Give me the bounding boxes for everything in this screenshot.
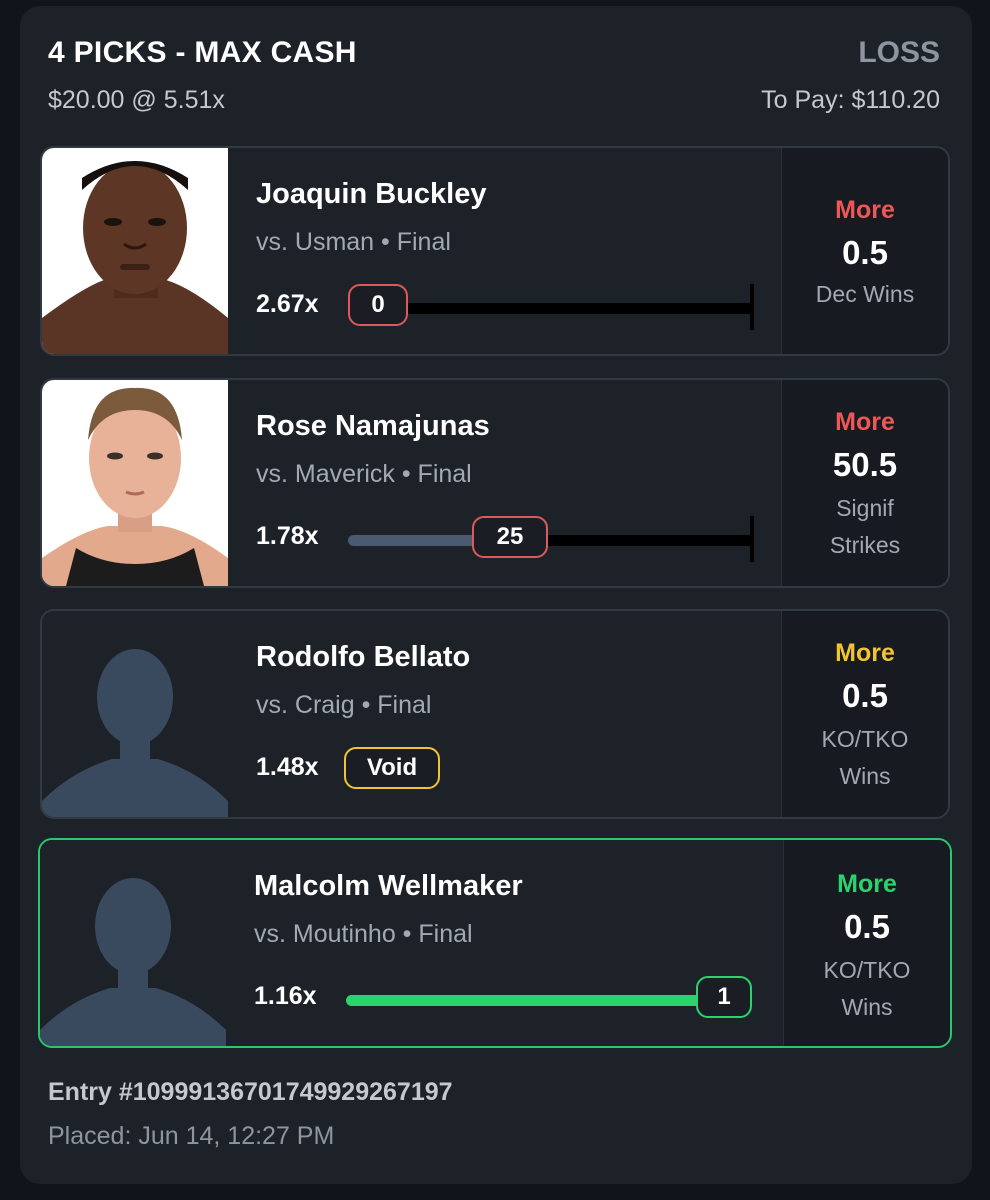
- pick-card-bellato[interactable]: Rodolfo Bellato vs. Craig • Final 1.48x …: [40, 609, 950, 819]
- player-photo: [42, 380, 228, 586]
- player-name: Joaquin Buckley: [256, 178, 487, 210]
- entry-status-badge: LOSS: [858, 36, 940, 69]
- result-pill: 1: [696, 976, 752, 1018]
- entry-title: 4 PICKS - MAX CASH: [48, 36, 357, 69]
- direction-label: More: [835, 196, 895, 224]
- player-photo-placeholder: [40, 840, 226, 1046]
- matchup-text: vs. Craig • Final: [256, 691, 432, 719]
- matchup-text: vs. Moutinho • Final: [254, 920, 473, 948]
- pick-card-buckley[interactable]: Joaquin Buckley vs. Usman • Final 2.67x …: [40, 146, 950, 356]
- progress-endcap: [750, 284, 754, 330]
- direction-label: More: [835, 639, 895, 667]
- result-pill: 25: [472, 516, 548, 558]
- progress-track: [352, 303, 752, 314]
- direction-label: More: [835, 408, 895, 436]
- player-photo: [42, 148, 228, 354]
- multiplier: 1.16x: [254, 982, 317, 1010]
- void-badge: Void: [344, 747, 440, 789]
- direction-label: More: [837, 870, 897, 898]
- player-name: Rodolfo Bellato: [256, 641, 471, 673]
- to-pay-text: To Pay: $110.20: [761, 86, 940, 114]
- pick-card-wellmaker[interactable]: Malcolm Wellmaker vs. Moutinho • Final 1…: [38, 838, 952, 1048]
- pick-line-panel: More 0.5 Dec Wins: [781, 148, 948, 354]
- line-value: 0.5: [842, 234, 888, 271]
- stat-label: KO/TKO Wins: [821, 726, 909, 789]
- multiplier: 1.78x: [256, 522, 319, 550]
- pick-line-panel: More 0.5 KO/TKO Wins: [783, 840, 950, 1046]
- entry-id: Entry #1099913670174992926​7197: [48, 1078, 453, 1106]
- player-name: Rose Namajunas: [256, 410, 490, 442]
- multiplier: 2.67x: [256, 290, 319, 318]
- player-photo-placeholder: [42, 611, 228, 817]
- pick-line-panel: More 50.5 Signif Strikes: [781, 380, 948, 586]
- line-value: 0.5: [844, 908, 890, 945]
- stake-text: $20.00 @ 5.51x: [48, 86, 225, 114]
- line-value: 50.5: [832, 446, 898, 483]
- pick-card-namajunas[interactable]: Rose Namajunas vs. Maverick • Final 1.78…: [40, 378, 950, 588]
- placed-timestamp: Placed: Jun 14, 12:27 PM: [48, 1122, 335, 1150]
- pick-line-panel: More 0.5 KO/TKO Wins: [781, 611, 948, 817]
- matchup-text: vs. Maverick • Final: [256, 460, 472, 488]
- entry-card: 4 PICKS - MAX CASH LOSS $20.00 @ 5.51x T…: [20, 6, 972, 1184]
- multiplier: 1.48x: [256, 753, 319, 781]
- progress-endcap: [750, 516, 754, 562]
- player-name: Malcolm Wellmaker: [254, 870, 523, 902]
- stat-label: Dec Wins: [815, 281, 915, 307]
- line-value: 0.5: [842, 677, 888, 714]
- matchup-text: vs. Usman • Final: [256, 228, 451, 256]
- stat-label: KO/TKO Wins: [823, 957, 911, 1020]
- result-pill: 0: [348, 284, 408, 326]
- stat-label: Signif Strikes: [829, 495, 901, 558]
- progress-fill: [346, 995, 706, 1006]
